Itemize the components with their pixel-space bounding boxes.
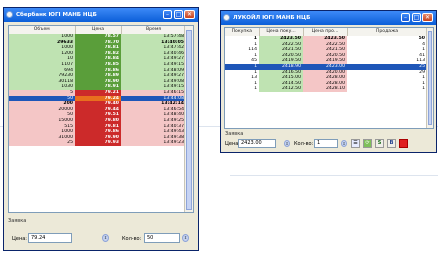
order-section-label: Заявка (8, 218, 27, 224)
orderbook-row[interactable]: 25 79.93 13:49:23 (9, 140, 186, 146)
orderbook-row[interactable]: 1 2412.50 2428.10 1 (225, 86, 427, 92)
order-section-label: Заявка (225, 131, 244, 137)
minimize-button[interactable]: – (401, 13, 410, 22)
orderbook-table: Объем Цена Время 1000 78.57 13:57:48 29633 7… (9, 26, 187, 146)
maximize-button[interactable]: □ (412, 13, 421, 22)
sell-qty-cell: 1 (422, 86, 425, 92)
column-header-sell-qty[interactable]: Продажа (347, 28, 428, 36)
title-bar[interactable]: Сбербанк ЮГІ МАНБ НЦБ – □ ✕ (4, 8, 198, 22)
quantity-label: Кол-во: (122, 236, 142, 242)
orderbook-grid: Объем Цена Время 1000 78.57 13:57:48 29633 7… (8, 25, 194, 213)
column-header-volume[interactable]: Объем (9, 26, 76, 34)
quantity-spinner[interactable]: ⇕ (341, 140, 347, 147)
price-spinner[interactable]: ⇕ (102, 234, 109, 242)
sell-price-cell: 2428.10 (303, 86, 347, 92)
close-button[interactable]: ✕ (422, 13, 433, 22)
price-input[interactable]: 2423.00 (238, 139, 276, 148)
orderbook-table: Покупка Цена поку... Цена про... Продажа… (225, 28, 428, 92)
window-title: Сбербанк ЮГІ МАНБ НЦБ (16, 12, 97, 18)
price-input[interactable]: 79.24 (28, 233, 72, 243)
orderbook-grid: Покупка Цена поку... Цена про... Продажа… (224, 27, 434, 129)
buy-qty-cell: 1 (254, 86, 257, 92)
orderbook-window-lukoil: ЛУКОЙЛ ЮГІ МАНБ НЦБ – □ ✕ Покупка Цена п… (220, 10, 437, 153)
volume-cell: 25 (9, 140, 75, 146)
price-cell: 79.93 (75, 140, 121, 146)
background-line (230, 175, 438, 176)
close-button[interactable]: ✕ (184, 10, 195, 19)
price-spinner[interactable]: ⇕ (284, 140, 290, 147)
refresh-icon[interactable]: ⟳ (363, 139, 372, 148)
header-row: Покупка Цена поку... Цена про... Продажа (225, 28, 428, 36)
sell-button[interactable]: S (375, 139, 384, 148)
vertical-scrollbar[interactable] (426, 28, 433, 128)
cancel-order-button[interactable] (399, 139, 408, 148)
header-row: Объем Цена Время (9, 26, 187, 34)
column-header-buy-qty[interactable]: Покупка (225, 28, 260, 36)
maximize-button[interactable]: □ (174, 10, 183, 19)
scrollbar-thumb[interactable] (186, 30, 192, 210)
quantity-label: Кол-во: (294, 141, 314, 147)
orderbook-window-sber: Сбербанк ЮГІ МАНБ НЦБ – □ ✕ Объем Цена В… (3, 7, 199, 251)
app-icon (223, 14, 230, 21)
column-header-sell-price[interactable]: Цена про... (303, 28, 348, 36)
quantity-spinner[interactable]: ⇕ (182, 234, 189, 242)
buy-price-cell: 2412.50 (259, 86, 303, 92)
column-header-buy-price[interactable]: Цена поку... (259, 28, 304, 36)
column-header-price[interactable]: Цена (75, 26, 122, 34)
minimize-button[interactable]: – (163, 10, 172, 19)
title-bar[interactable]: ЛУКОЙЛ ЮГІ МАНБ НЦБ – □ ✕ (221, 11, 436, 25)
time-cell: 13:49:23 (121, 140, 186, 146)
price-label: Цена: (12, 236, 27, 242)
scrollbar-thumb[interactable] (428, 31, 432, 125)
vertical-scrollbar[interactable] (184, 26, 193, 212)
quantity-input[interactable]: 1 (314, 139, 338, 148)
app-icon (6, 11, 13, 18)
settings-button[interactable]: ☰ (351, 139, 360, 148)
column-header-time[interactable]: Время (121, 26, 187, 34)
buy-button[interactable]: B (387, 139, 396, 148)
window-title: ЛУКОЙЛ ЮГІ МАНБ НЦБ (233, 15, 311, 21)
quantity-input[interactable]: 50 (144, 233, 180, 243)
